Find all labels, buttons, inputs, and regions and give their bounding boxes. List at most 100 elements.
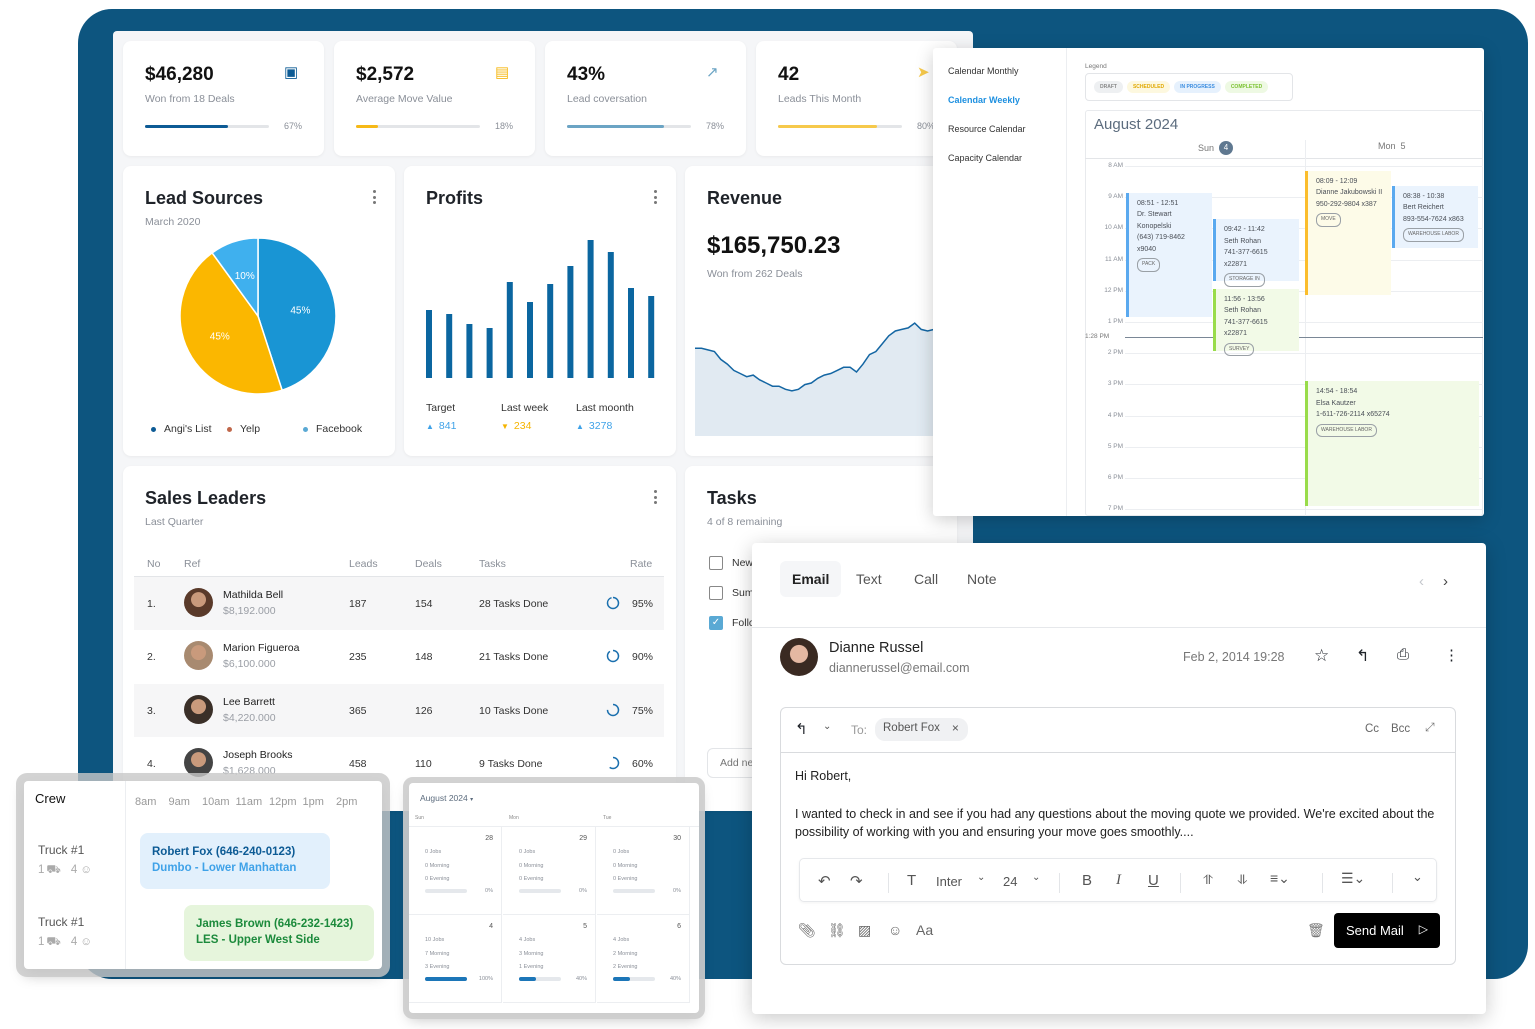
task-item[interactable]: New bbox=[709, 556, 753, 570]
calendar-event[interactable]: 08:09 - 12:09 Dianne Jakubowski II 950-292… bbox=[1305, 170, 1391, 296]
line-spacing-down-icon[interactable]: ⥥ bbox=[1238, 872, 1247, 888]
tab-note[interactable]: Note bbox=[955, 561, 1009, 597]
morning-count: 7 Morning bbox=[425, 951, 450, 957]
hour-label: 8 AM bbox=[1108, 162, 1123, 169]
expand-icon[interactable]: ⤢ bbox=[1425, 720, 1435, 735]
numbered-list-icon[interactable]: ☰⌄ bbox=[1341, 870, 1365, 887]
link-icon[interactable]: ⛓︎ bbox=[828, 922, 846, 939]
chevron-down-icon[interactable]: ⌄ bbox=[1032, 872, 1040, 883]
day-header[interactable]: Mon 5 bbox=[1378, 141, 1406, 151]
email-body[interactable]: I wanted to check in and see if you had … bbox=[795, 805, 1435, 841]
more-options-icon[interactable]: ⋮ bbox=[1444, 646, 1459, 664]
table-row[interactable]: 1. Mathilda Bell $8,192.000 187 154 28 Tasks … bbox=[134, 577, 664, 630]
rate: 95% bbox=[632, 598, 654, 610]
calendar-event[interactable]: 11:56 - 13:56 Seth Rohan 741-377-6615 x228… bbox=[1213, 288, 1299, 357]
event-name: Seth Rohan bbox=[1224, 237, 1261, 245]
align-icon[interactable]: ≡⌄ bbox=[1270, 870, 1290, 887]
trash-icon[interactable]: 🗑︎ bbox=[1307, 922, 1325, 939]
undo-icon[interactable]: ↶ bbox=[818, 872, 831, 890]
task-checkbox[interactable] bbox=[709, 586, 723, 600]
capacity-day-cell[interactable]: 28 0 Jobs 0 Morning 0 Evening 0% bbox=[409, 827, 502, 915]
line-spacing-up-icon[interactable]: ⥣ bbox=[1203, 872, 1212, 888]
event-time: 09:42 - 11:42 bbox=[1224, 226, 1265, 234]
send-mail-button[interactable]: Send Mail ▷ bbox=[1334, 913, 1440, 948]
font-select[interactable]: Inter bbox=[936, 874, 962, 889]
hour-label: 7 PM bbox=[1107, 505, 1123, 513]
more-formatting-icon[interactable]: ⌄ bbox=[1412, 869, 1423, 885]
crew-job[interactable]: Robert Fox (646-240-0123) Dumbo - Lower M… bbox=[140, 833, 330, 889]
calendar-nav-item[interactable]: Capacity Calendar bbox=[948, 153, 1022, 163]
truck-meta: 1 ⛟ 4 ☺ bbox=[38, 863, 92, 878]
emoji-icon[interactable]: ☺ bbox=[888, 922, 902, 938]
calendar-nav-item[interactable]: Calendar Monthly bbox=[948, 66, 1019, 76]
capacity-day-cell[interactable]: 29 0 Jobs 0 Morning 0 Evening 0% bbox=[503, 827, 596, 915]
capacity-day-cell[interactable]: 4 10 Jobs 7 Morning 3 Evening 100% bbox=[409, 915, 502, 1003]
chevron-left-icon[interactable]: ‹ bbox=[1419, 573, 1424, 590]
text-format-icon[interactable]: Aa bbox=[916, 922, 933, 938]
redo-icon[interactable]: ↷ bbox=[850, 872, 863, 890]
calendar-event[interactable]: 14:54 - 18:54 Elsa Kautzer 1-611-726-2114 … bbox=[1305, 381, 1479, 507]
tab-email[interactable]: Email bbox=[780, 561, 842, 597]
area-fill bbox=[695, 323, 947, 436]
bar-chart bbox=[426, 240, 655, 378]
bcc-button[interactable]: Bcc bbox=[1391, 723, 1410, 735]
table-row[interactable]: 2. Marion Figueroa $6,100.000 235 148 21 Task… bbox=[134, 630, 664, 683]
morning-count: 0 Morning bbox=[519, 863, 544, 869]
chevron-right-icon[interactable]: › bbox=[1443, 573, 1448, 590]
remove-recipient-icon[interactable]: × bbox=[952, 721, 959, 735]
chevron-down-icon[interactable]: ⌄ bbox=[977, 872, 985, 883]
star-icon[interactable]: ☆ bbox=[1314, 646, 1329, 666]
capacity-day-cell[interactable]: 5 4 Jobs 3 Morning 1 Evening 40% bbox=[503, 915, 596, 1003]
day-header[interactable]: Sun 4 bbox=[1198, 141, 1234, 155]
event-phone: 893-554-7624 x863 bbox=[1403, 215, 1464, 223]
task-checkbox[interactable] bbox=[709, 556, 723, 570]
calendar-event[interactable]: 09:42 - 11:42 Seth Rohan 741-377-6615 x228… bbox=[1213, 219, 1299, 287]
revenue-value: $165,750.23 bbox=[707, 232, 841, 259]
attachment-icon[interactable]: 📎︎ bbox=[798, 922, 816, 939]
jobs-count: 0 Jobs bbox=[613, 849, 630, 855]
tab-call[interactable]: Call bbox=[902, 561, 950, 597]
avatar bbox=[184, 694, 213, 724]
calendar-event[interactable]: 08:38 - 10:38 Bert Reichert 893-554-7624 x… bbox=[1392, 185, 1478, 249]
event-name: Bert Reichert bbox=[1403, 204, 1444, 212]
month-selector[interactable]: August 2024 ▾ bbox=[420, 793, 473, 803]
reply-icon[interactable]: ↰ bbox=[1356, 646, 1369, 666]
more-options-icon[interactable] bbox=[654, 490, 658, 504]
lead-sources-card: Lead Sources March 2020 45% 45% 10% Angi's… bbox=[123, 166, 395, 456]
calendar-nav-item[interactable]: Calendar Weekly bbox=[948, 95, 1020, 105]
to-label: To: bbox=[851, 723, 868, 737]
column-header: Ref bbox=[184, 558, 201, 570]
stat-value: 42 bbox=[778, 64, 800, 85]
cc-button[interactable]: Cc bbox=[1365, 723, 1379, 735]
leader-amount: $6,100.000 bbox=[223, 658, 276, 671]
email-greeting[interactable]: Hi Robert, bbox=[795, 769, 851, 783]
capacity-day-cell[interactable]: 30 0 Jobs 0 Morning 0 Evening 0% bbox=[597, 827, 690, 915]
value: 3278 bbox=[588, 420, 613, 432]
chevron-down-icon[interactable]: ⌄ bbox=[823, 721, 831, 732]
more-options-icon[interactable] bbox=[654, 190, 658, 204]
recipient-chip[interactable]: Robert Fox × bbox=[875, 718, 968, 741]
reply-type-icon[interactable]: ↰ bbox=[795, 720, 808, 738]
task-item[interactable]: Sum bbox=[709, 586, 754, 600]
hour-label: 1pm bbox=[302, 796, 324, 808]
crew-job[interactable]: James Brown (646-232-1423) LES - Upper We… bbox=[184, 905, 374, 961]
task-item[interactable]: ✓ Follo bbox=[709, 616, 755, 630]
font-size-select[interactable]: 24 bbox=[1003, 874, 1017, 889]
task-checkbox[interactable]: ✓ bbox=[709, 616, 723, 630]
image-icon[interactable]: ▨ bbox=[858, 922, 871, 939]
print-icon[interactable]: ⎙ bbox=[1397, 646, 1409, 663]
current-time-line bbox=[1125, 336, 1483, 338]
table-row[interactable]: 3. Lee Barrett $4,220.000 365 126 10 Tasks Do… bbox=[134, 683, 664, 737]
calendar-event[interactable]: 08:51 - 12:51 Dr. Stewart Konopelski (643)… bbox=[1126, 192, 1212, 318]
text-style-icon[interactable]: T bbox=[907, 872, 916, 889]
underline-icon[interactable]: U bbox=[1148, 872, 1159, 889]
rank: 4. bbox=[147, 757, 156, 770]
tab-text[interactable]: Text bbox=[844, 561, 894, 597]
bold-icon[interactable]: B bbox=[1082, 872, 1092, 889]
more-options-icon[interactable] bbox=[373, 190, 377, 204]
stat-label: Average Move Value bbox=[356, 93, 453, 105]
capacity-percent: 40% bbox=[575, 976, 587, 982]
capacity-day-cell[interactable]: 6 4 Jobs 2 Morning 2 Evening 40% bbox=[597, 915, 690, 1003]
italic-icon[interactable]: I bbox=[1116, 872, 1121, 889]
calendar-nav-item[interactable]: Resource Calendar bbox=[948, 124, 1026, 134]
